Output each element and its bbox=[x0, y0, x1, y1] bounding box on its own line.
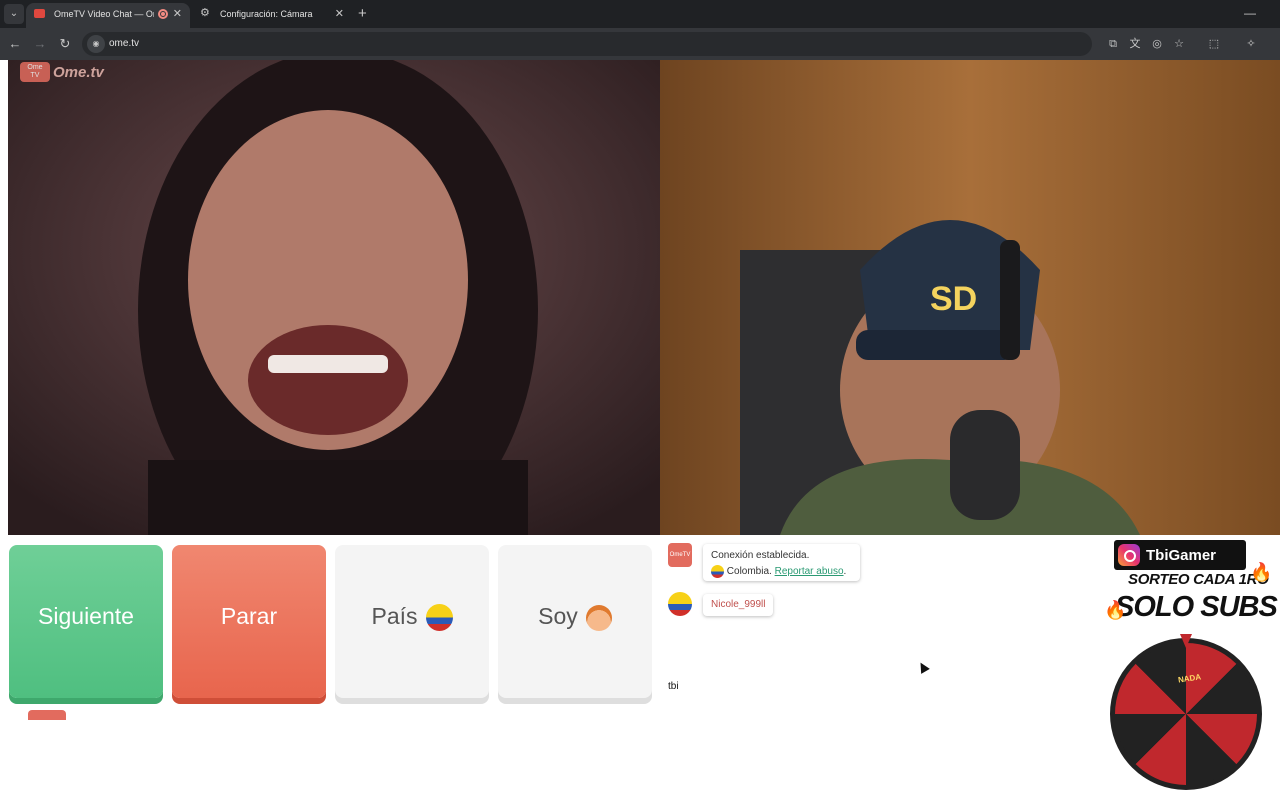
colombia-flag-icon bbox=[711, 564, 724, 578]
ometv-tv-icon: Ome TV bbox=[20, 62, 50, 82]
prize-wheel bbox=[1110, 638, 1262, 790]
address-bar[interactable]: ◉ ome.tv bbox=[82, 32, 1092, 56]
settings-gear-icon: ⚙ bbox=[200, 7, 210, 19]
svg-text:SD: SD bbox=[930, 280, 977, 318]
tab-bar: ⌄ OmeTV Video Chat — Ome ✕ ⚙ Configuraci… bbox=[0, 0, 1280, 28]
ometv-logo: Ome TV Ome.tv bbox=[20, 62, 104, 82]
promo-line-subs: SOLO SUBS bbox=[1115, 591, 1278, 623]
local-video: SD bbox=[660, 60, 1280, 535]
remote-video: Ome TV Ome.tv bbox=[8, 60, 660, 535]
system-message: Conexión establecida. Colombia. Reportar… bbox=[703, 544, 860, 581]
chat-message-input[interactable] bbox=[660, 675, 1110, 697]
stop-button-label: Parar bbox=[220, 603, 278, 629]
country-button-label: País bbox=[371, 603, 418, 629]
forward-arrow-icon[interactable]: → bbox=[30, 34, 50, 54]
url-text: ome.tv bbox=[109, 38, 140, 49]
gender-button-label: Soy bbox=[538, 603, 578, 629]
gender-button[interactable]: Soy bbox=[498, 545, 652, 698]
extensions-icon[interactable]: ⬚ bbox=[1205, 35, 1223, 53]
country-button[interactable]: País bbox=[335, 545, 489, 698]
instagram-icon bbox=[1118, 544, 1140, 566]
recording-indicator-icon bbox=[158, 9, 168, 19]
local-video-frame: SD bbox=[660, 60, 1280, 535]
instagram-handle: TbiGamer bbox=[1146, 546, 1217, 564]
translate-icon[interactable]: 文 bbox=[1126, 35, 1144, 53]
ometv-favicon-icon bbox=[34, 9, 45, 18]
instagram-badge: TbiGamer bbox=[1114, 540, 1246, 570]
new-tab-button[interactable]: + bbox=[358, 3, 367, 25]
eye-off-icon[interactable]: ◎ bbox=[1148, 35, 1166, 53]
profile-icon[interactable]: ✧ bbox=[1242, 35, 1260, 53]
report-abuse-link[interactable]: Reportar abuso bbox=[775, 566, 844, 577]
tab-ometv[interactable]: OmeTV Video Chat — Ome ✕ bbox=[26, 3, 190, 28]
stranger-flag-avatar-icon bbox=[668, 592, 692, 616]
minimize-icon[interactable]: — bbox=[1244, 3, 1256, 23]
ometv-logo-text: Ome.tv bbox=[53, 63, 104, 81]
next-button-label: Siguiente bbox=[38, 603, 134, 629]
next-button[interactable]: Siguiente bbox=[9, 545, 163, 698]
footer-ometv-logo-icon bbox=[28, 710, 66, 720]
stranger-message: Nicole_999ll bbox=[703, 594, 774, 616]
stranger-username: Nicole_999ll bbox=[711, 599, 766, 610]
tab-title: OmeTV Video Chat — Ome bbox=[54, 9, 154, 19]
close-tab-icon[interactable]: ✕ bbox=[335, 3, 344, 25]
tab-title: Configuración: Cámara bbox=[220, 9, 313, 19]
close-tab-icon[interactable]: ✕ bbox=[173, 3, 182, 25]
boy-face-icon bbox=[585, 604, 612, 631]
stop-button[interactable]: Parar bbox=[172, 545, 326, 698]
colombia-flag-icon bbox=[425, 604, 453, 632]
tab-camera-settings[interactable]: ⚙ Configuración: Cámara ✕ bbox=[192, 3, 352, 28]
browser-toolbar: ← → ↻ ◉ ome.tv ⧉ 文 ◎ ☆ ⬚ ✧ bbox=[0, 28, 1280, 60]
wheel-pointer-icon bbox=[1180, 634, 1192, 648]
country-line: Colombia. Reportar abuso. bbox=[711, 564, 852, 580]
cast-icon[interactable]: ⧉ bbox=[1104, 35, 1122, 53]
ometv-avatar-icon: OmeTV bbox=[668, 543, 692, 567]
connection-status-text: Conexión establecida. bbox=[711, 550, 810, 561]
country-name: Colombia. bbox=[726, 566, 772, 577]
remote-video-frame bbox=[8, 60, 660, 535]
back-arrow-icon[interactable]: ← bbox=[5, 34, 25, 54]
bookmark-star-icon[interactable]: ☆ bbox=[1170, 35, 1188, 53]
fire-icon: 🔥 bbox=[1104, 600, 1127, 620]
promo-line-giveaway: SORTEO CADA 1RO bbox=[1128, 571, 1269, 588]
reload-icon[interactable]: ↻ bbox=[55, 34, 75, 54]
ometv-page: Ome TV Ome.tv SD Siguiente Parar País So… bbox=[0, 60, 1280, 790]
site-info-icon[interactable]: ◉ bbox=[87, 35, 105, 53]
fire-icon: 🔥 bbox=[1250, 562, 1273, 582]
tab-list-button[interactable]: ⌄ bbox=[4, 4, 24, 24]
